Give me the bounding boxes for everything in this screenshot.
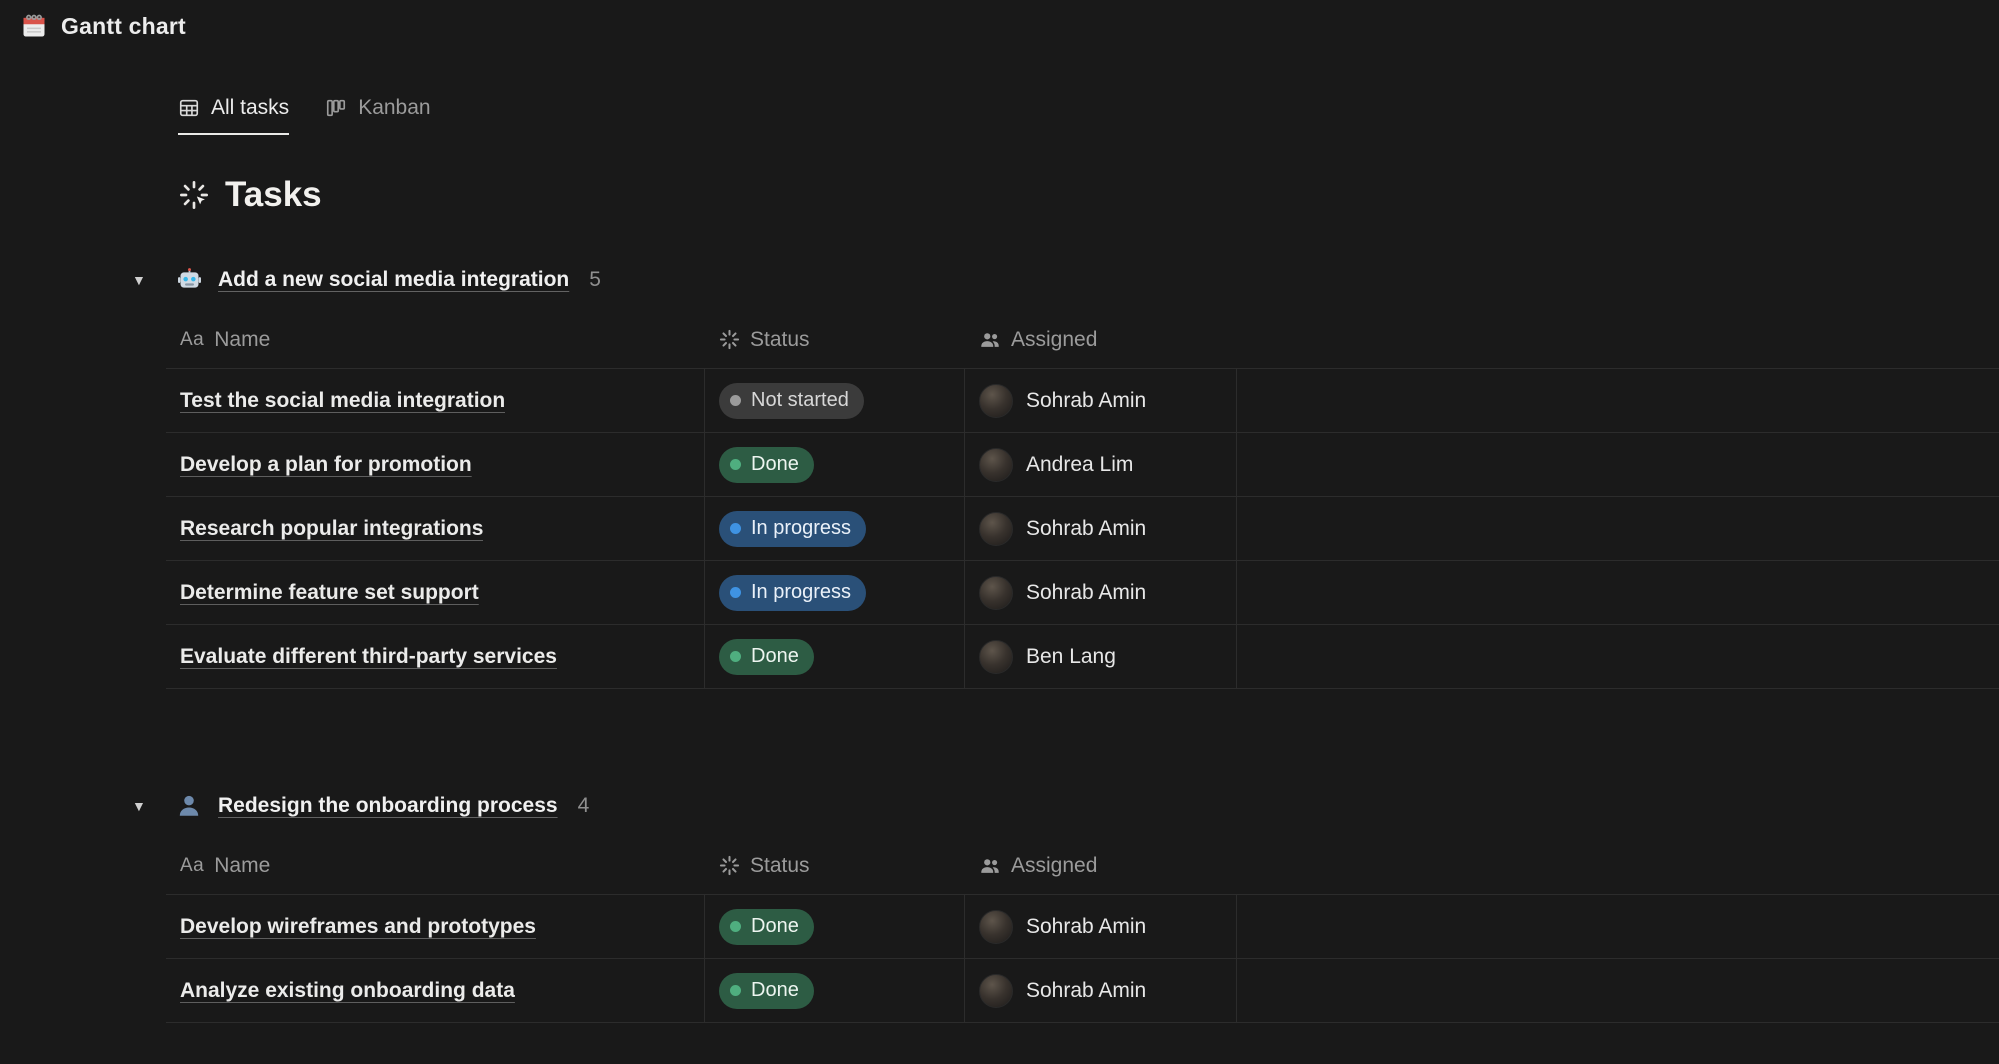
- table-row: Test the social media integration Not st…: [166, 369, 1999, 433]
- empty-cell: [1237, 625, 1999, 688]
- robot-icon: [176, 266, 204, 294]
- tab-kanban[interactable]: Kanban: [325, 96, 430, 135]
- avatar: [979, 512, 1013, 546]
- group-header: ▼ Add a new social media integration 5: [132, 265, 1999, 295]
- empty-cell: [1237, 895, 1999, 958]
- tab-label: All tasks: [211, 96, 289, 120]
- task-name-link[interactable]: Test the social media integration: [180, 389, 505, 413]
- column-header-filler: [1237, 311, 1999, 368]
- tasks-table: Aa Name Status Assigned Test the social …: [166, 311, 1999, 689]
- tasks-table: Aa Name Status Assigned Develop wirefram…: [166, 837, 1999, 1023]
- topbar: Gantt chart: [0, 0, 1999, 48]
- assignee-chip[interactable]: Sohrab Amin: [979, 910, 1146, 944]
- table-header-row: Aa Name Status Assigned: [166, 311, 1999, 369]
- table-view-icon: [178, 97, 200, 119]
- text-property-icon: Aa: [180, 329, 204, 351]
- people-icon: [979, 855, 1001, 877]
- task-group-onboarding: ▼ Redesign the onboarding process 4 Aa N…: [0, 791, 1999, 1023]
- triangle-down-icon[interactable]: ▼: [132, 799, 154, 813]
- status-badge[interactable]: In progress: [719, 575, 866, 611]
- people-icon: [979, 329, 1001, 351]
- empty-cell: [1237, 369, 1999, 432]
- tab-label: Kanban: [358, 96, 430, 120]
- assignee-chip[interactable]: Ben Lang: [979, 640, 1116, 674]
- column-header-name[interactable]: Aa Name: [166, 311, 705, 368]
- task-name-link[interactable]: Analyze existing onboarding data: [180, 979, 515, 1003]
- task-name-link[interactable]: Develop a plan for promotion: [180, 453, 472, 477]
- column-header-name[interactable]: Aa Name: [166, 837, 705, 894]
- task-name-link[interactable]: Research popular integrations: [180, 517, 483, 541]
- table-row: Evaluate different third-party services …: [166, 625, 1999, 689]
- empty-cell: [1237, 497, 1999, 560]
- avatar: [979, 974, 1013, 1008]
- page-breadcrumb-title: Gantt chart: [61, 13, 186, 40]
- view-tabs: All tasks Kanban: [178, 96, 1999, 135]
- assignee-chip[interactable]: Sohrab Amin: [979, 576, 1146, 610]
- table-row: Develop a plan for promotion Done Andrea…: [166, 433, 1999, 497]
- assignee-chip[interactable]: Sohrab Amin: [979, 384, 1146, 418]
- spinner-icon: [719, 329, 740, 350]
- spiral-calendar-icon: [20, 12, 48, 40]
- spinner-icon: [719, 855, 740, 876]
- group-title-link[interactable]: Add a new social media integration: [218, 268, 569, 292]
- avatar: [979, 384, 1013, 418]
- assignee-chip[interactable]: Andrea Lim: [979, 448, 1133, 482]
- task-name-link[interactable]: Determine feature set support: [180, 581, 479, 605]
- avatar: [979, 910, 1013, 944]
- column-header-assigned[interactable]: Assigned: [965, 311, 1237, 368]
- task-name-link[interactable]: Evaluate different third-party services: [180, 645, 557, 669]
- avatar: [979, 576, 1013, 610]
- column-header-status[interactable]: Status: [705, 311, 965, 368]
- avatar: [979, 448, 1013, 482]
- status-badge[interactable]: In progress: [719, 511, 866, 547]
- column-header-filler: [1237, 837, 1999, 894]
- task-group-social-media: ▼ Add a new social media integration 5 A…: [0, 265, 1999, 689]
- avatar: [979, 640, 1013, 674]
- assignee-chip[interactable]: Sohrab Amin: [979, 974, 1146, 1008]
- empty-cell: [1237, 433, 1999, 496]
- text-property-icon: Aa: [180, 855, 204, 877]
- assignee-chip[interactable]: Sohrab Amin: [979, 512, 1146, 546]
- table-row: Determine feature set support In progres…: [166, 561, 1999, 625]
- column-header-status[interactable]: Status: [705, 837, 965, 894]
- status-badge[interactable]: Done: [719, 973, 814, 1009]
- burst-cursor-icon: [178, 179, 210, 211]
- task-name-link[interactable]: Develop wireframes and prototypes: [180, 915, 536, 939]
- status-badge[interactable]: Not started: [719, 383, 864, 419]
- table-row: Analyze existing onboarding data Done So…: [166, 959, 1999, 1023]
- empty-cell: [1237, 561, 1999, 624]
- triangle-down-icon[interactable]: ▼: [132, 273, 154, 287]
- page-title: Tasks: [178, 175, 1999, 215]
- table-row: Research popular integrations In progres…: [166, 497, 1999, 561]
- group-header: ▼ Redesign the onboarding process 4: [132, 791, 1999, 821]
- group-count: 5: [589, 268, 601, 292]
- person-silhouette-icon: [176, 792, 204, 820]
- board-view-icon: [325, 97, 347, 119]
- tab-all-tasks[interactable]: All tasks: [178, 96, 289, 135]
- table-row: Develop wireframes and prototypes Done S…: [166, 895, 1999, 959]
- group-count: 4: [578, 794, 590, 818]
- status-badge[interactable]: Done: [719, 447, 814, 483]
- group-title-link[interactable]: Redesign the onboarding process: [218, 794, 558, 818]
- status-badge[interactable]: Done: [719, 909, 814, 945]
- empty-cell: [1237, 959, 1999, 1022]
- table-header-row: Aa Name Status Assigned: [166, 837, 1999, 895]
- page-title-text: Tasks: [225, 175, 322, 215]
- status-badge[interactable]: Done: [719, 639, 814, 675]
- column-header-assigned[interactable]: Assigned: [965, 837, 1237, 894]
